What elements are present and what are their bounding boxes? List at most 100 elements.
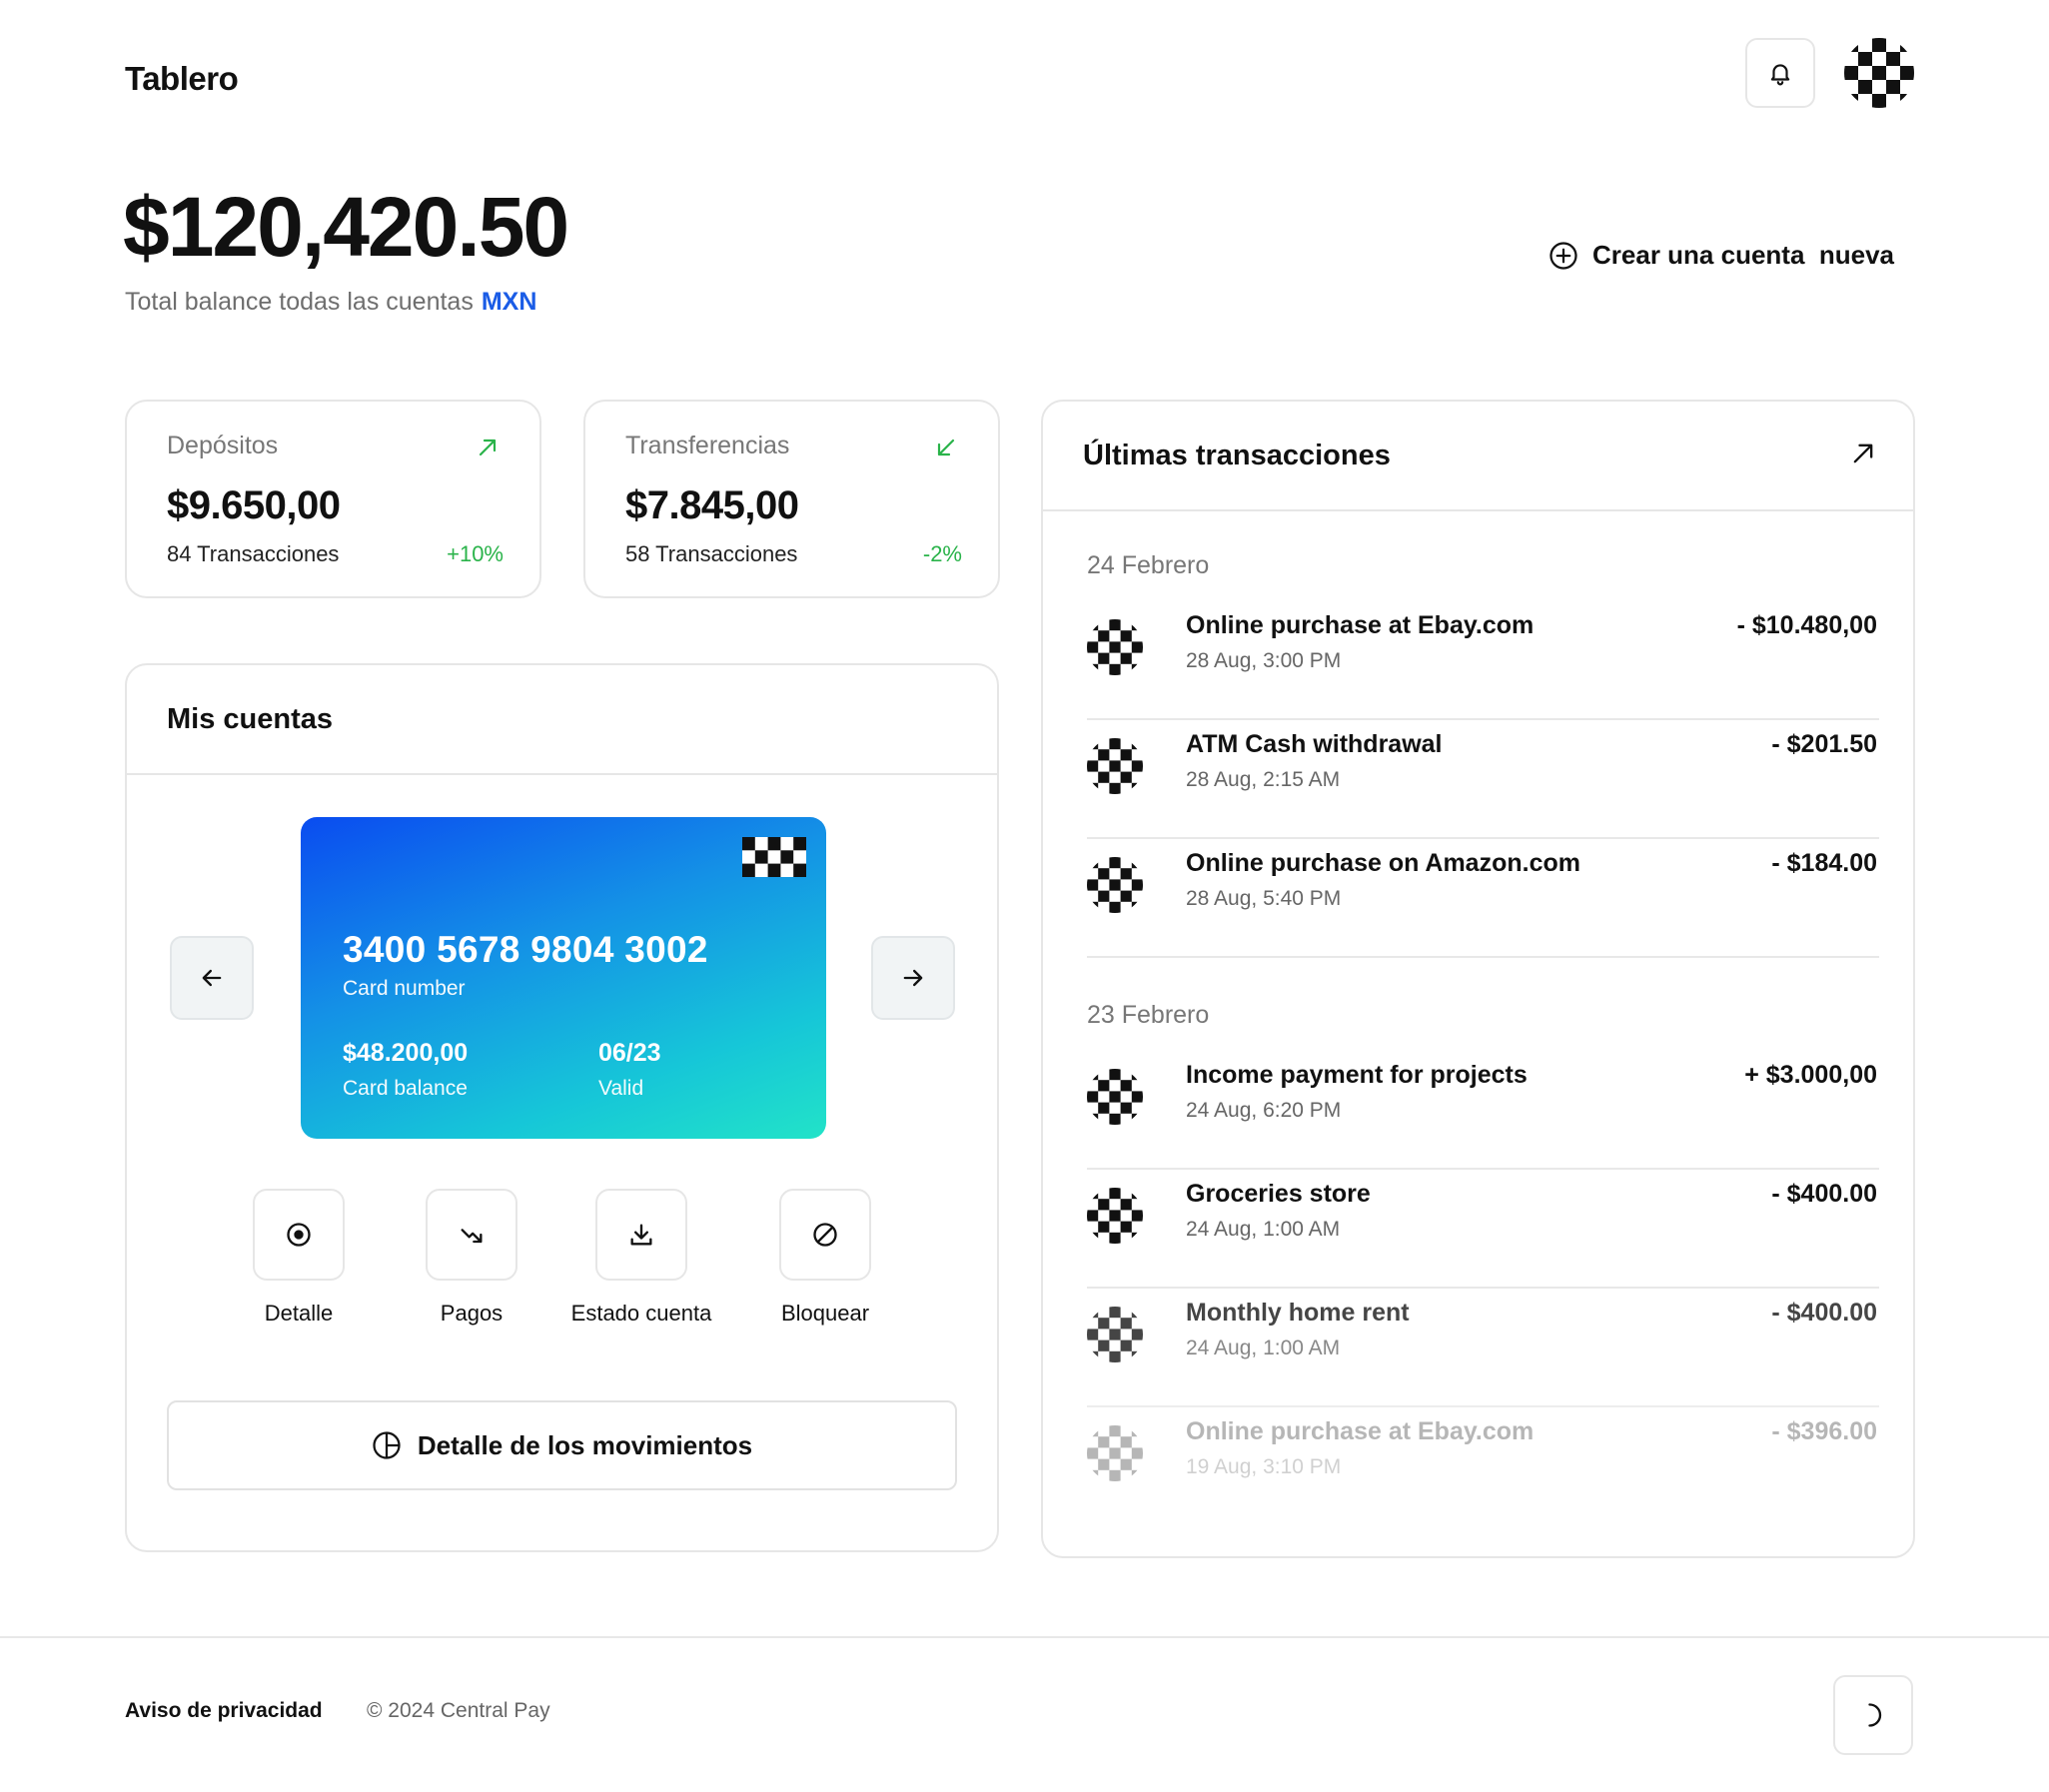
card-balance-label: Card balance <box>343 1077 468 1100</box>
transaction-name: Monthly home rent <box>1186 1299 1410 1327</box>
transaction-name: Income payment for projects <box>1186 1061 1528 1089</box>
page-title: Tablero <box>125 60 239 97</box>
action-pagos[interactable]: Pagos <box>392 1189 551 1327</box>
arrow-down-left-icon <box>937 439 955 456</box>
transaction-time: 19 Aug, 3:10 PM <box>1186 1455 1342 1478</box>
transaction-time: 28 Aug, 2:15 AM <box>1186 768 1341 791</box>
avatar[interactable] <box>1844 38 1914 108</box>
stat-value: $7.845,00 <box>625 483 799 527</box>
balance-label-text: Total balance todas las cuentas <box>125 288 474 316</box>
balance-label: Total balance todas las cuentas MXN <box>125 288 536 317</box>
download-icon <box>630 1224 652 1246</box>
theme-toggle-button[interactable] <box>1833 1675 1913 1755</box>
stat-count: 84 Transacciones <box>167 541 340 566</box>
pie-chart-icon <box>373 1431 401 1459</box>
top-header: Tablero <box>125 38 1914 132</box>
trend-down-arrow-icon <box>461 1229 483 1244</box>
transaction-name: ATM Cash withdrawal <box>1186 730 1443 758</box>
transfers-card[interactable]: Transferencias $7.845,00 58 Transaccione… <box>583 400 1000 598</box>
accounts-panel: Mis cuentas 3400 5678 9804 3002 Card num… <box>125 663 999 1552</box>
transaction-name: Online purchase on Amazon.com <box>1186 849 1580 877</box>
transaction-time: 28 Aug, 3:00 PM <box>1186 649 1342 672</box>
moon-icon <box>1868 1703 1882 1727</box>
merchant-avatar-icon <box>1087 1425 1143 1481</box>
merchant-avatar-icon <box>1087 1069 1143 1125</box>
merchant-avatar-icon <box>1087 1188 1143 1244</box>
arrow-left-icon <box>202 969 222 987</box>
target-icon <box>287 1223 311 1247</box>
plus-circle-icon <box>1549 241 1577 270</box>
action-detalle-button[interactable] <box>253 1189 345 1281</box>
arrow-right-icon <box>903 969 923 987</box>
divider <box>1087 956 1879 958</box>
action-estado-cuenta[interactable]: Estado cuenta <box>561 1189 721 1327</box>
footer-divider <box>0 1636 2049 1638</box>
transactions-panel: Últimas transacciones 24 Febrero Online … <box>1041 400 1915 1558</box>
stat-label: Transferencias <box>625 432 790 459</box>
action-label: Estado cuenta <box>570 1301 712 1326</box>
stat-label: Depósitos <box>167 432 279 459</box>
transaction-amount: - $201.50 <box>1771 730 1877 758</box>
arrow-up-right-icon[interactable] <box>1849 440 1877 467</box>
transaction-amount: - $184.00 <box>1771 849 1877 877</box>
merchant-avatar-icon <box>1087 738 1143 794</box>
transaction-amount: - $400.00 <box>1771 1299 1877 1327</box>
deposits-card[interactable]: Depósitos $9.650,00 84 Transacciones +10… <box>125 400 541 598</box>
next-card-button[interactable] <box>871 936 955 1020</box>
card-number: 3400 5678 9804 3002 <box>343 929 708 970</box>
transactions-header: Últimas transacciones <box>1043 402 1913 511</box>
merchant-avatar-icon <box>1087 857 1143 913</box>
movements-detail-button[interactable]: Detalle de los movimientos <box>167 1400 957 1490</box>
stat-value: $9.650,00 <box>167 483 341 527</box>
transactions-date: 23 Febrero <box>1087 1001 1210 1029</box>
card-number-label: Card number <box>343 977 466 1000</box>
transactions-date: 24 Febrero <box>1087 551 1210 579</box>
transaction-name: Online purchase at Ebay.com <box>1186 611 1535 639</box>
stat-count: 58 Transacciones <box>625 541 798 566</box>
merchant-avatar-icon <box>1087 619 1143 675</box>
previous-card-button[interactable] <box>170 936 254 1020</box>
notifications-button[interactable] <box>1745 38 1815 108</box>
movements-detail-label: Detalle de los movimientos <box>417 1429 753 1460</box>
copyright: © 2024 Central Pay <box>367 1699 550 1722</box>
merchant-avatar-icon <box>1087 1307 1143 1362</box>
action-label: Bloquear <box>780 1301 870 1326</box>
card-valid: 06/23 <box>598 1039 661 1067</box>
transaction-row[interactable]: Groceries store 24 Aug, 1:00 AM - $400.0… <box>1087 1170 1879 1289</box>
transaction-time: 24 Aug, 1:00 AM <box>1186 1337 1341 1359</box>
create-account-button[interactable]: Crear una cuenta nueva <box>1548 240 1894 271</box>
total-balance: $120,420.50 <box>123 180 569 274</box>
action-pagos-button[interactable] <box>426 1189 517 1281</box>
card-valid-label: Valid <box>598 1077 644 1100</box>
transaction-amount: + $3.000,00 <box>1744 1061 1877 1089</box>
stat-change: -2% <box>922 541 962 566</box>
transaction-time: 24 Aug, 1:00 AM <box>1186 1218 1341 1241</box>
block-icon <box>813 1223 837 1247</box>
privacy-link[interactable]: Aviso de privacidad <box>125 1699 323 1723</box>
transaction-amount: - $396.00 <box>1771 1417 1877 1445</box>
card-logo-icon <box>742 837 806 877</box>
card-balance: $48.200,00 <box>343 1039 469 1067</box>
arrow-up-right-icon <box>479 439 497 456</box>
transaction-name: Groceries store <box>1186 1180 1371 1208</box>
transaction-row[interactable]: Income payment for projects 24 Aug, 6:20… <box>1087 1051 1879 1170</box>
create-account-label: Crear una cuenta nueva <box>1592 240 1894 270</box>
bell-icon <box>1770 64 1790 86</box>
transaction-row[interactable]: Monthly home rent 24 Aug, 1:00 AM - $400… <box>1087 1289 1879 1407</box>
action-bloquear[interactable]: Bloquear <box>745 1189 905 1327</box>
transaction-row[interactable]: ATM Cash withdrawal 28 Aug, 2:15 AM - $2… <box>1087 720 1879 839</box>
action-detalle[interactable]: Detalle <box>219 1189 379 1327</box>
transaction-amount: - $10.480,00 <box>1736 611 1877 639</box>
transaction-row[interactable]: Online purchase on Amazon.com 28 Aug, 5:… <box>1087 839 1879 958</box>
transaction-amount: - $400.00 <box>1771 1180 1877 1208</box>
transaction-row[interactable]: Online purchase at Ebay.com 19 Aug, 3:10… <box>1087 1407 1879 1526</box>
accounts-title: Mis cuentas <box>127 665 997 775</box>
action-estado-cuenta-button[interactable] <box>595 1189 687 1281</box>
action-bloquear-button[interactable] <box>779 1189 871 1281</box>
credit-card[interactable]: 3400 5678 9804 3002 Card number $48.200,… <box>301 817 826 1139</box>
currency-selector[interactable]: MXN <box>482 288 537 316</box>
transaction-row[interactable]: Online purchase at Ebay.com 28 Aug, 3:00… <box>1087 601 1879 720</box>
transaction-time: 28 Aug, 5:40 PM <box>1186 887 1342 910</box>
transaction-name: Online purchase at Ebay.com <box>1186 1417 1535 1445</box>
action-label: Pagos <box>440 1301 504 1326</box>
